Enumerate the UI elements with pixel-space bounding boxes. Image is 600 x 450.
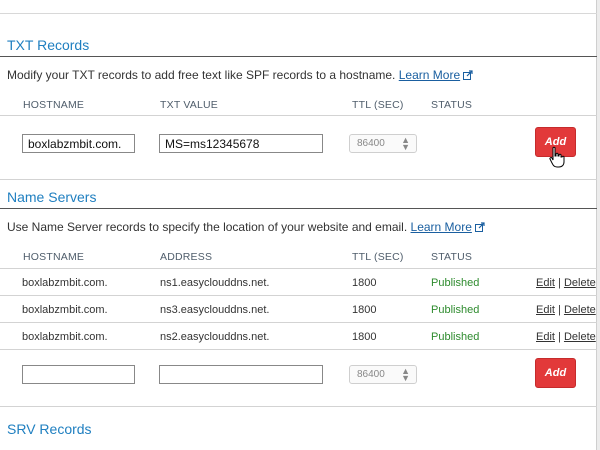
ns-row-1-edit-link[interactable]: Edit — [536, 277, 555, 289]
top-divider — [0, 13, 597, 14]
ns-row-1-address: ns1.easyclouddns.net. — [160, 277, 270, 289]
action-separator: | — [558, 304, 561, 316]
ns-learn-more-link[interactable]: Learn More — [411, 220, 472, 234]
txt-description: Modify your TXT records to add free text… — [7, 68, 473, 82]
ns-hostname-input[interactable] — [22, 365, 135, 384]
txt-col-value: TXT VALUE — [160, 99, 219, 111]
ns-bottom-divider — [0, 406, 597, 407]
ns-row-2-hostname: boxlabzmbit.com. — [22, 304, 108, 316]
chevron-updown-icon: ▲ ▼ — [401, 366, 410, 383]
txt-records-title: TXT Records — [7, 37, 90, 53]
txt-description-text: Modify your TXT records to add free text… — [7, 68, 396, 82]
ns-row-3-actions: Edit | Delete — [536, 331, 596, 343]
ns-row-2-ttl: 1800 — [352, 304, 377, 316]
ns-description-text: Use Name Server records to specify the l… — [7, 220, 408, 234]
ns-row-divider — [0, 322, 597, 323]
ns-row-3-edit-link[interactable]: Edit — [536, 331, 555, 343]
txt-col-status: STATUS — [431, 99, 473, 111]
ns-col-ttl: TTL (SEC) — [352, 251, 404, 263]
txt-learn-more-link[interactable]: Learn More — [399, 68, 460, 82]
txt-section-divider — [0, 56, 597, 57]
ns-row-3-status: Published — [431, 331, 480, 343]
ns-row-1-status: Published — [431, 277, 480, 289]
action-separator: | — [558, 331, 561, 343]
action-separator: | — [558, 277, 561, 289]
txt-ttl-value: 86400 — [357, 138, 385, 149]
external-link-icon[interactable] — [474, 222, 485, 232]
srv-records-title: SRV Records — [7, 421, 92, 437]
ns-add-button[interactable]: Add — [535, 358, 576, 388]
ns-header-divider — [0, 268, 597, 269]
txt-value-input[interactable] — [159, 134, 323, 153]
ns-row-divider — [0, 349, 597, 350]
txt-bottom-divider — [0, 179, 597, 180]
ns-description: Use Name Server records to specify the l… — [7, 220, 485, 234]
name-servers-title: Name Servers — [7, 189, 97, 205]
chevron-updown-icon: ▲ ▼ — [401, 135, 410, 152]
ns-row-3-ttl: 1800 — [352, 331, 377, 343]
ns-col-status: STATUS — [431, 251, 473, 263]
ns-row-2-status: Published — [431, 304, 480, 316]
dns-records-panel: TXT Records Modify your TXT records to a… — [0, 0, 597, 450]
ns-row-1-delete-link[interactable]: Delete — [564, 277, 596, 289]
ns-row-3-hostname: boxlabzmbit.com. — [22, 331, 108, 343]
ns-ttl-select[interactable]: 86400 ▲ ▼ — [349, 365, 417, 384]
ns-row-2-edit-link[interactable]: Edit — [536, 304, 555, 316]
ns-row-1-hostname: boxlabzmbit.com. — [22, 277, 108, 289]
external-link-icon[interactable] — [463, 70, 473, 80]
ns-row-divider — [0, 295, 597, 296]
ns-row-1-ttl: 1800 — [352, 277, 377, 289]
ns-row-2-actions: Edit | Delete — [536, 304, 596, 316]
txt-hostname-input[interactable] — [22, 134, 135, 153]
ns-row-2-address: ns3.easyclouddns.net. — [160, 304, 270, 316]
txt-col-hostname: HOSTNAME — [23, 99, 85, 111]
txt-col-ttl: TTL (SEC) — [352, 99, 404, 111]
ns-row-2-delete-link[interactable]: Delete — [564, 304, 596, 316]
ns-ttl-value: 86400 — [357, 369, 385, 380]
ns-col-address: ADDRESS — [160, 251, 213, 263]
ns-section-divider — [0, 208, 597, 209]
ns-row-3-delete-link[interactable]: Delete — [564, 331, 596, 343]
ns-address-input[interactable] — [159, 365, 323, 384]
txt-header-divider — [0, 115, 597, 116]
hand-pointer-icon — [549, 146, 565, 168]
ns-row-1-actions: Edit | Delete — [536, 277, 596, 289]
ns-col-hostname: HOSTNAME — [23, 251, 85, 263]
ns-row-3-address: ns2.easyclouddns.net. — [160, 331, 270, 343]
txt-ttl-select[interactable]: 86400 ▲ ▼ — [349, 134, 417, 153]
